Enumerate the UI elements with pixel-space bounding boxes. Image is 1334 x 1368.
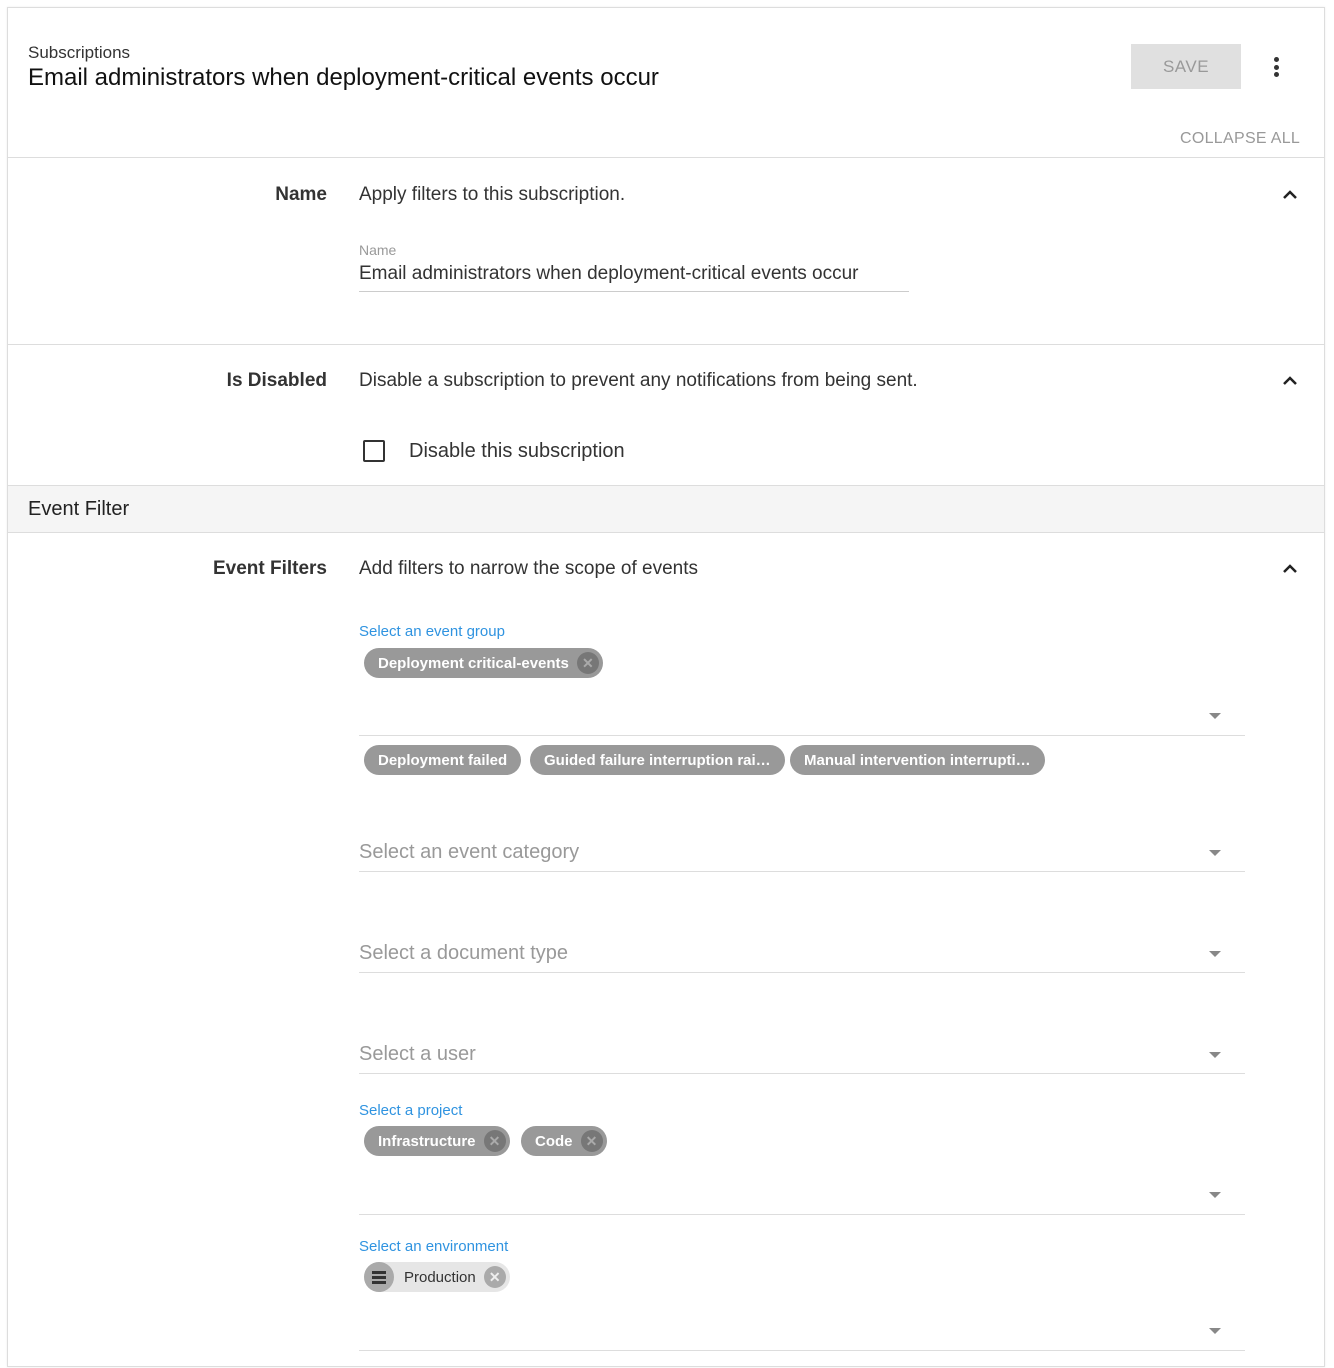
more-vert-icon[interactable] [1266, 54, 1286, 80]
chip-project: Code ✕ [521, 1126, 607, 1156]
document-type-select[interactable]: Select a document type [359, 942, 568, 965]
name-field-label: Name [359, 242, 397, 258]
section-label: Name [275, 184, 327, 205]
close-icon[interactable]: ✕ [483, 1130, 506, 1152]
chip-environment: Production ✕ [364, 1262, 510, 1292]
section-label: Event Filters [212, 558, 327, 579]
close-icon[interactable]: ✕ [483, 1266, 506, 1288]
name-section: Name Apply filters to this subscription.… [8, 157, 1324, 344]
dropdown-arrow-icon[interactable] [1209, 713, 1221, 719]
dropdown-arrow-icon[interactable] [1209, 1052, 1221, 1058]
user-select[interactable]: Select a user [359, 1043, 476, 1066]
server-icon [364, 1262, 394, 1292]
event-group-label: Select an event group [359, 623, 505, 640]
group-title: Event Filter [28, 498, 130, 520]
dropdown-arrow-icon[interactable] [1209, 850, 1221, 856]
dropdown-arrow-icon[interactable] [1209, 951, 1221, 957]
dropdown-arrow-icon[interactable] [1209, 1328, 1221, 1334]
section-label: Is Disabled [226, 370, 327, 391]
event-chip: Manual intervention interrupti… [790, 745, 1045, 775]
dropdown-arrow-icon[interactable] [1209, 1192, 1221, 1198]
event-group-select[interactable] [359, 735, 1245, 736]
underline [359, 1073, 1245, 1074]
project-select[interactable] [359, 1214, 1245, 1215]
section-description: Disable a subscription to prevent any no… [359, 370, 918, 391]
event-filters-section: Event Filters Add filters to narrow the … [8, 533, 1324, 1368]
is-disabled-section: Is Disabled Disable a subscription to pr… [8, 344, 1324, 485]
event-chip: Deployment failed [364, 745, 522, 775]
disable-checkbox[interactable] [363, 440, 385, 462]
close-icon[interactable]: ✕ [576, 652, 599, 674]
project-label: Select a project [359, 1102, 463, 1119]
page-title: Email administrators when deployment-cri… [28, 64, 659, 91]
chip-event-group: Deployment critical-events ✕ [364, 648, 603, 678]
subscription-card: Subscriptions Email administrators when … [7, 7, 1325, 1367]
name-input[interactable]: Email administrators when deployment-cri… [359, 263, 909, 292]
breadcrumb[interactable]: Subscriptions [28, 43, 130, 63]
chip-project: Infrastructure ✕ [364, 1126, 510, 1156]
section-description: Add filters to narrow the scope of event… [359, 558, 699, 579]
checkbox-label[interactable]: Disable this subscription [409, 440, 625, 463]
event-filter-header: Event Filter [8, 485, 1324, 533]
event-category-select[interactable]: Select an event category [359, 841, 579, 864]
chevron-up-icon[interactable] [1282, 375, 1298, 385]
chevron-up-icon[interactable] [1282, 563, 1298, 573]
environment-label: Select an environment [359, 1238, 509, 1255]
chevron-up-icon[interactable] [1282, 189, 1298, 199]
underline [359, 972, 1245, 973]
environment-select[interactable] [359, 1350, 1245, 1351]
event-chip: Guided failure interruption rai… [530, 745, 785, 775]
collapse-all-button[interactable]: COLLAPSE ALL [1180, 130, 1300, 148]
underline [359, 871, 1245, 872]
save-button[interactable]: SAVE [1131, 44, 1241, 89]
section-description: Apply filters to this subscription. [359, 184, 626, 205]
close-icon[interactable]: ✕ [580, 1130, 603, 1152]
